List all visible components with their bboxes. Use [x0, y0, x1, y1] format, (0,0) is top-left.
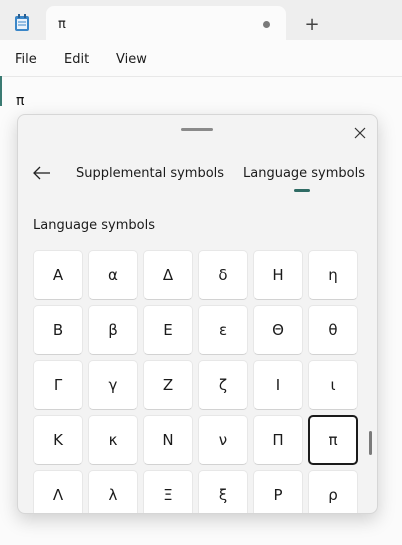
symbol-cell[interactable]: η [308, 250, 358, 300]
back-arrow-icon[interactable] [30, 161, 54, 185]
symbol-cell[interactable]: ι [308, 360, 358, 410]
symbol-cell[interactable]: Ι [253, 360, 303, 410]
symbol-cell[interactable]: Η [253, 250, 303, 300]
symbol-cell[interactable]: ρ [308, 470, 358, 513]
symbol-cell[interactable]: Α [33, 250, 83, 300]
symbol-cell[interactable]: β [88, 305, 138, 355]
drag-handle[interactable] [181, 128, 213, 131]
plus-icon[interactable]: + [298, 10, 326, 38]
section-title: Language symbols [33, 218, 156, 233]
symbol-cell[interactable]: Β [33, 305, 83, 355]
editor-text[interactable]: π [16, 93, 24, 109]
symbol-grid: Α α Δ δ Η η Β β Ε ε Θ θ Γ γ Ζ ζ Ι ι Κ κ … [33, 250, 358, 513]
symbol-cell[interactable]: θ [308, 305, 358, 355]
symbol-cell[interactable]: Γ [33, 360, 83, 410]
symbol-cell[interactable]: λ [88, 470, 138, 513]
symbol-cell[interactable]: ν [198, 415, 248, 465]
symbol-cell[interactable]: Δ [143, 250, 193, 300]
document-tab[interactable]: π [46, 6, 286, 42]
tab-title: π [58, 17, 66, 32]
menu-view[interactable]: View [116, 52, 147, 67]
symbol-cell[interactable]: Ν [143, 415, 193, 465]
tab-language-symbols[interactable]: Language symbols [243, 166, 365, 181]
editor-accent [0, 76, 2, 106]
symbol-cell[interactable]: Λ [33, 470, 83, 513]
close-icon[interactable] [348, 121, 372, 145]
symbol-cell[interactable]: γ [88, 360, 138, 410]
symbol-cell[interactable]: Ζ [143, 360, 193, 410]
symbol-cell[interactable]: ζ [198, 360, 248, 410]
symbol-cell-selected[interactable]: π [308, 415, 358, 465]
symbol-cell[interactable]: ε [198, 305, 248, 355]
symbol-cell[interactable]: Π [253, 415, 303, 465]
symbol-cell[interactable]: α [88, 250, 138, 300]
symbol-cell[interactable]: Ρ [253, 470, 303, 513]
symbol-cell[interactable]: κ [88, 415, 138, 465]
tab-supplemental-symbols[interactable]: Supplemental symbols [76, 166, 224, 181]
symbols-panel: Supplemental symbols Language symbols La… [17, 114, 378, 514]
symbol-cell[interactable]: ξ [198, 470, 248, 513]
symbol-grid-viewport: Α α Δ δ Η η Β β Ε ε Θ θ Γ γ Ζ ζ Ι ι Κ κ … [18, 247, 377, 513]
title-bar: π + [0, 0, 402, 42]
symbol-cell[interactable]: Κ [33, 415, 83, 465]
menu-bar: File Edit View [0, 42, 402, 77]
menu-file[interactable]: File [15, 52, 37, 67]
unsaved-dot-icon[interactable] [263, 21, 270, 28]
symbol-cell[interactable]: δ [198, 250, 248, 300]
symbol-cell[interactable]: Ξ [143, 470, 193, 513]
symbol-cell[interactable]: Ε [143, 305, 193, 355]
menu-edit[interactable]: Edit [64, 52, 89, 67]
notepad-icon [14, 14, 30, 32]
symbol-cell[interactable]: Θ [253, 305, 303, 355]
scrollbar[interactable] [369, 431, 372, 455]
active-tab-indicator [294, 189, 310, 192]
